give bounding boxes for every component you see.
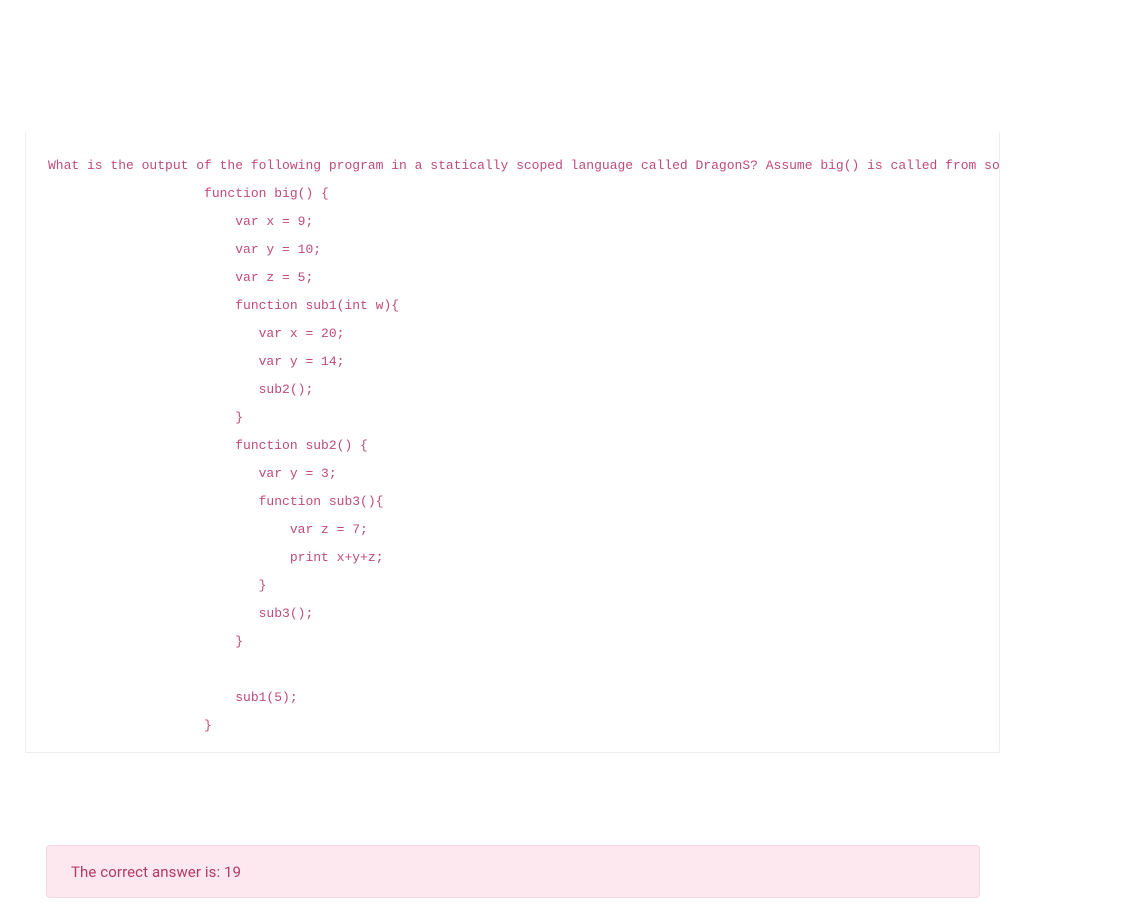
code-block: What is the output of the following prog… <box>26 152 999 740</box>
code-scroll-container[interactable]: What is the output of the following prog… <box>26 132 999 752</box>
page-container: What is the output of the following prog… <box>0 0 1140 922</box>
correct-answer-banner: The correct answer is: 19 <box>46 845 980 898</box>
correct-answer-text: The correct answer is: 19 <box>71 863 241 881</box>
question-card: What is the output of the following prog… <box>25 132 1000 753</box>
